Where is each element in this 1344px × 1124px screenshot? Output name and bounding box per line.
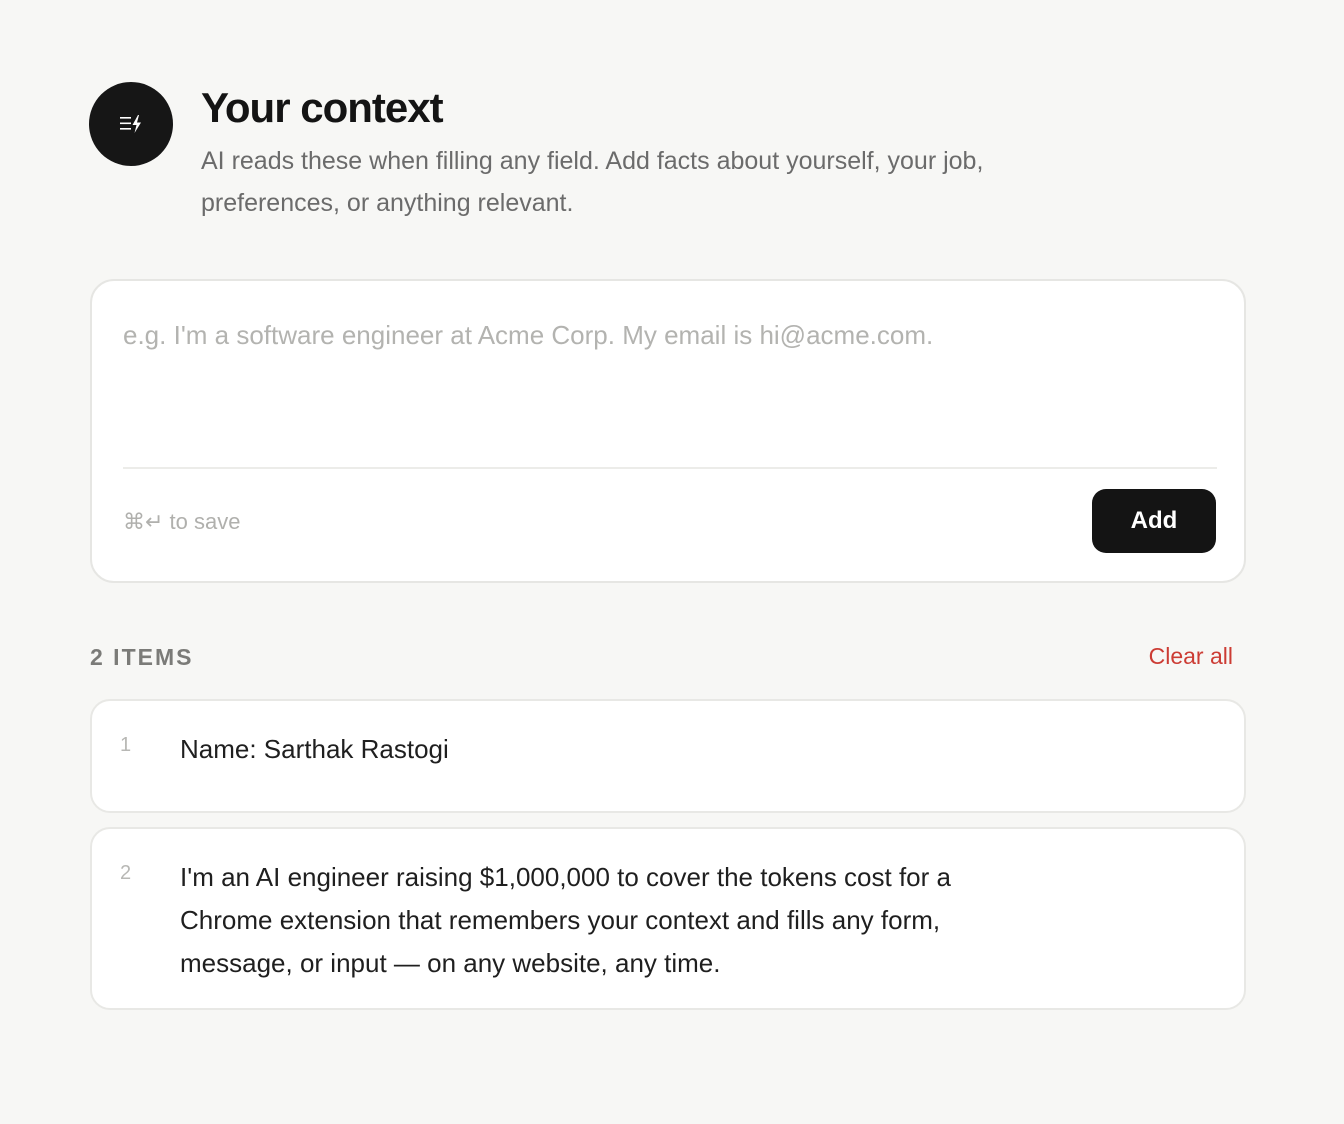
- context-item-number: 1: [120, 734, 132, 756]
- page-subtitle: AI reads these when filling any field. A…: [201, 147, 984, 217]
- app-logo: [89, 82, 173, 166]
- context-item-number: 2: [120, 862, 132, 884]
- context-item-text: Name: Sarthak Rastogi: [180, 734, 449, 764]
- page-title: Your context: [201, 84, 444, 131]
- context-item[interactable]: 2 I'm an AI engineer raising $1,000,000 …: [90, 827, 1246, 1010]
- lines-bolt-icon: [120, 115, 141, 133]
- save-shortcut-hint: ⌘↵ to save: [123, 509, 241, 534]
- composer-divider: [123, 467, 1217, 469]
- context-item-text: I'm an AI engineer raising $1,000,000 to…: [180, 862, 951, 978]
- context-item[interactable]: 1 Name: Sarthak Rastogi: [90, 699, 1246, 813]
- add-button[interactable]: Add: [1092, 489, 1216, 553]
- context-composer: ⌘↵ to save Add: [90, 279, 1246, 583]
- clear-all-button[interactable]: Clear all: [1149, 641, 1233, 671]
- items-count: 2 ITEMS: [90, 644, 194, 670]
- context-input[interactable]: [123, 315, 1217, 435]
